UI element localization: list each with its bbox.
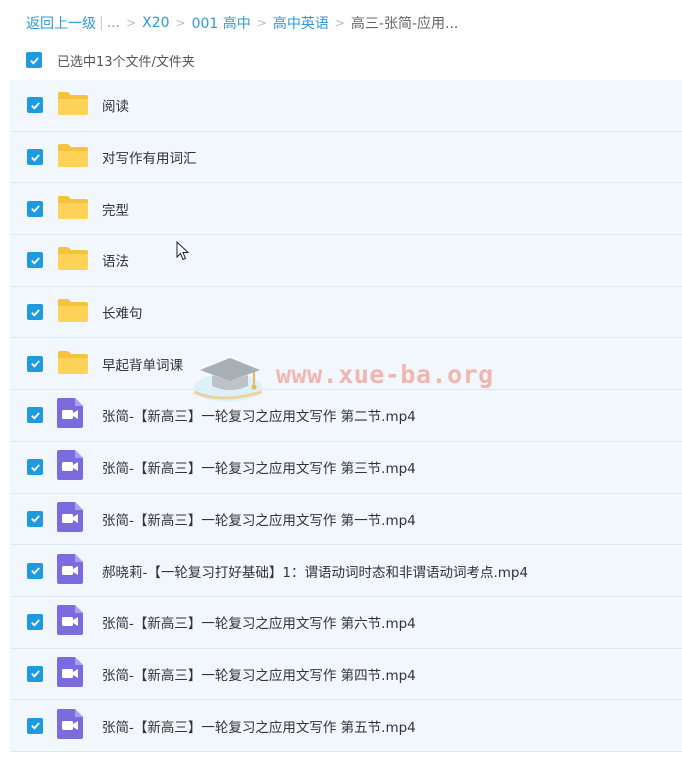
file-name[interactable]: 对写作有用词汇 xyxy=(102,147,197,167)
row-checkbox[interactable] xyxy=(27,614,43,631)
checkmark-icon xyxy=(30,567,40,575)
file-name[interactable]: 张简-【新高三】一轮复习之应用文写作 第四节.mp4 xyxy=(102,664,416,684)
file-name[interactable]: 张简-【新高三】一轮复习之应用文写作 第一节.mp4 xyxy=(102,509,416,529)
select-all-checkbox[interactable] xyxy=(26,52,42,68)
file-name[interactable]: 语法 xyxy=(102,250,129,270)
chevron-right-icon: > xyxy=(334,16,345,30)
checkmark-icon xyxy=(30,205,40,213)
file-name[interactable]: 阅读 xyxy=(102,95,129,115)
folder-row[interactable]: 对写作有用词汇 xyxy=(10,131,682,184)
row-checkbox[interactable] xyxy=(27,149,43,166)
folder-row[interactable]: 完型 xyxy=(10,183,682,236)
row-checkbox[interactable] xyxy=(27,717,43,734)
file-row[interactable]: 张简-【新高三】一轮复习之应用文写作 第二节.mp4 xyxy=(10,390,682,442)
folder-icon xyxy=(57,245,89,275)
video-file-icon xyxy=(57,553,83,588)
file-row[interactable]: 张简-【新高三】一轮复习之应用文写作 第三节.mp4 xyxy=(10,441,682,494)
row-checkbox[interactable] xyxy=(27,407,43,424)
row-checkbox[interactable] xyxy=(27,355,43,372)
row-checkbox[interactable] xyxy=(27,665,43,682)
checkmark-icon xyxy=(30,412,40,420)
file-name[interactable]: 张简-【新高三】一轮复习之应用文写作 第六节.mp4 xyxy=(102,612,416,632)
folder-row[interactable]: 语法 xyxy=(10,235,682,287)
file-row[interactable]: 张简-【新高三】一轮复习之应用文写作 第五节.mp4 xyxy=(10,700,682,752)
folder-row[interactable]: 长难句 xyxy=(10,286,682,339)
row-checkbox[interactable] xyxy=(27,252,43,269)
checkmark-icon xyxy=(30,722,40,730)
row-checkbox[interactable] xyxy=(27,304,43,321)
row-checkbox[interactable] xyxy=(27,562,43,579)
folder-row[interactable]: 阅读 xyxy=(10,80,682,132)
checkmark-icon xyxy=(30,360,40,368)
breadcrumb-item-001[interactable]: 001 高中 xyxy=(192,13,251,33)
mouse-pointer-icon xyxy=(176,241,190,261)
breadcrumb-divider: | xyxy=(99,15,104,31)
checkmark-icon xyxy=(30,670,40,678)
back-link[interactable]: 返回上一级 xyxy=(26,13,96,33)
video-file-icon xyxy=(57,501,83,536)
folder-icon xyxy=(57,90,89,120)
video-file-icon xyxy=(57,450,83,484)
checkmark-icon xyxy=(30,619,40,627)
folder-icon xyxy=(57,194,89,224)
checkmark-icon xyxy=(30,102,40,110)
checkmark-icon xyxy=(30,463,40,472)
video-file-icon xyxy=(57,398,83,432)
file-name[interactable]: 张简-【新高三】一轮复习之应用文写作 第三节.mp4 xyxy=(102,457,416,477)
breadcrumb: 返回上一级 | ... > X20 > 001 高中 > 高中英语 > 高三-张… xyxy=(26,13,458,33)
row-checkbox[interactable] xyxy=(27,459,43,476)
checkmark-icon xyxy=(30,257,40,265)
file-name[interactable]: 张简-【新高三】一轮复习之应用文写作 第五节.mp4 xyxy=(102,716,416,736)
file-name[interactable]: 张简-【新高三】一轮复习之应用文写作 第二节.mp4 xyxy=(102,405,416,425)
chevron-right-icon: > xyxy=(175,16,186,30)
checkmark-icon xyxy=(30,515,40,523)
file-name[interactable]: 郝晓莉-【一轮复习打好基础】1：谓语动词时态和非谓语动词考点.mp4 xyxy=(102,561,528,581)
folder-icon xyxy=(57,349,89,379)
file-row[interactable]: 张简-【新高三】一轮复习之应用文写作 第一节.mp4 xyxy=(10,493,682,546)
file-name[interactable]: 长难句 xyxy=(102,302,143,322)
video-file-icon xyxy=(57,656,83,691)
checkmark-icon xyxy=(30,308,40,317)
file-row[interactable]: 张简-【新高三】一轮复习之应用文写作 第六节.mp4 xyxy=(10,596,682,649)
row-checkbox[interactable] xyxy=(27,97,43,114)
row-checkbox[interactable] xyxy=(27,200,43,217)
selection-count-label: 已选中13个文件/文件夹 xyxy=(57,54,195,70)
breadcrumb-item-x20[interactable]: X20 xyxy=(142,15,169,31)
file-list: 阅读对写作有用词汇 完型语法长难句早起背单词课张简-【新高三】一轮复习之应用文写作… xyxy=(10,80,682,752)
file-name[interactable]: 完型 xyxy=(102,199,129,219)
breadcrumb-current: 高三-张简-应用... xyxy=(350,16,459,32)
row-checkbox[interactable] xyxy=(27,510,43,527)
breadcrumb-ellipsis[interactable]: ... xyxy=(107,15,120,31)
folder-icon xyxy=(57,297,89,327)
folder-icon xyxy=(57,142,89,172)
chevron-right-icon: > xyxy=(256,16,267,30)
folder-row[interactable]: 早起背单词课 xyxy=(10,338,682,391)
select-all-bar: 已选中13个文件/文件夹 xyxy=(26,49,195,71)
checkmark-icon xyxy=(30,153,40,162)
file-name[interactable]: 早起背单词课 xyxy=(102,354,183,374)
video-file-icon xyxy=(57,605,83,639)
file-row[interactable]: 张简-【新高三】一轮复习之应用文写作 第四节.mp4 xyxy=(10,648,682,701)
file-row[interactable]: 郝晓莉-【一轮复习打好基础】1：谓语动词时态和非谓语动词考点.mp4 xyxy=(10,545,682,597)
video-file-icon xyxy=(57,708,83,743)
breadcrumb-item-english[interactable]: 高中英语 xyxy=(273,13,329,33)
checkmark-icon xyxy=(29,56,39,65)
chevron-right-icon: > xyxy=(126,16,137,30)
